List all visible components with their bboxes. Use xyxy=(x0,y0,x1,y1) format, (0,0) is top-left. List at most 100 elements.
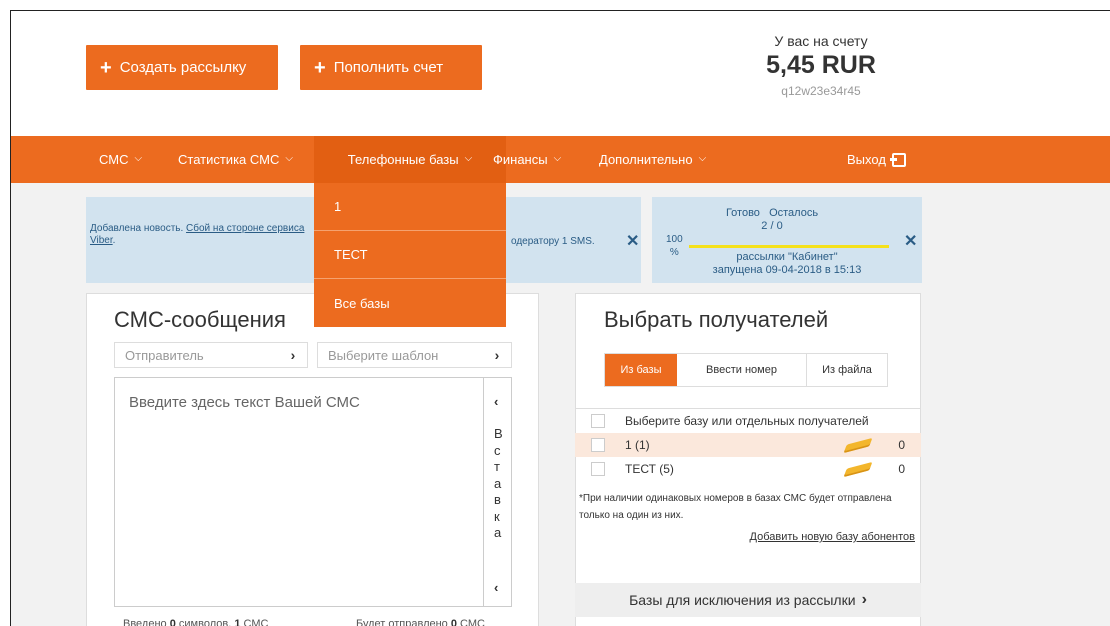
dropdown-item-base-1[interactable]: 1 xyxy=(314,183,506,231)
phone-bases-dropdown: 1 ТЕСТ Все базы xyxy=(314,183,506,327)
nav-item-phone-bases[interactable]: Телефонные базы ⌵ xyxy=(314,136,506,183)
duplicates-note: *При наличии одинаковых номеров в базах … xyxy=(579,493,892,521)
base-count: 0 xyxy=(898,438,905,452)
news-prefix: Добавлена новость. xyxy=(90,223,187,234)
insert-letter: т xyxy=(494,459,500,474)
app-frame: + Создать рассылку + Пополнить счет У ва… xyxy=(10,10,1110,626)
chevron-right-icon: › xyxy=(861,591,867,608)
progress-labels: Готово Осталось xyxy=(652,207,892,219)
insert-letter: а xyxy=(494,475,502,491)
row-checkbox[interactable] xyxy=(591,462,605,476)
sender-select[interactable]: Отправитель › xyxy=(114,342,308,368)
news-text: Добавлена новость. Сбой на стороне серви… xyxy=(90,223,315,247)
separator: / xyxy=(770,220,774,232)
logout-icon xyxy=(889,152,906,167)
typed-counter: Введено 0 символов, 1 СМС xyxy=(123,618,268,626)
sms-chip-icon xyxy=(843,461,873,477)
chevron-right-icon: › xyxy=(290,347,296,363)
nav-item-sms[interactable]: СМС ⌵ xyxy=(87,136,154,183)
table-row[interactable]: 1 (1) 0 xyxy=(575,433,921,457)
tab-from-file[interactable]: Из файла xyxy=(807,354,887,386)
logout-label: Выход xyxy=(847,152,886,167)
plus-icon: + xyxy=(100,56,112,79)
news-suffix: . xyxy=(112,235,116,246)
exclusion-label: Базы для исключения из рассылки xyxy=(629,592,856,608)
caption-line1: рассылки "Кабинет" xyxy=(736,251,838,263)
add-base-link[interactable]: Добавить новую базу абонентов xyxy=(750,531,915,543)
campaign-progress: Готово Осталось 2 / 0 100 % рассылки "Ка… xyxy=(652,197,922,283)
recipients-header-row: Выберите базу или отдельных получателей xyxy=(575,408,921,432)
news-link-text: Сбой на стороне сервиса xyxy=(186,223,305,234)
insert-letter: к xyxy=(494,508,500,524)
nav-item-extra[interactable]: Дополнительно ⌵ xyxy=(587,136,718,183)
plus-icon: + xyxy=(314,56,326,79)
nav-item-label: Телефонные базы xyxy=(347,152,459,167)
nav-item-label: Дополнительно xyxy=(599,152,693,167)
tab-from-base[interactable]: Из базы xyxy=(605,354,677,386)
base-count: 0 xyxy=(898,462,905,476)
nav-item-label: Финансы xyxy=(493,152,548,167)
close-icon[interactable]: ✕ xyxy=(904,231,917,251)
base-name: ТЕСТ (5) xyxy=(625,462,674,476)
typed-prefix: Введено xyxy=(123,618,170,626)
insert-letter: с xyxy=(494,442,501,458)
news-link-cont: Viber xyxy=(90,235,113,246)
percent-sign: % xyxy=(669,247,679,258)
close-icon[interactable]: ✕ xyxy=(626,231,639,251)
nav-item-label: СМС xyxy=(99,152,129,167)
will-send-suffix: СМС xyxy=(456,618,485,626)
progress-values: 2 / 0 xyxy=(652,220,892,232)
chevron-down-icon: ⌵ xyxy=(134,153,143,164)
select-all-checkbox[interactable] xyxy=(591,413,605,428)
insert-panel-toggle[interactable]: ‹ В с т а в к а ‹ xyxy=(483,378,513,606)
topup-label: Пополнить счет xyxy=(333,59,444,76)
remaining-value: 0 xyxy=(776,220,783,232)
template-select[interactable]: Выберите шаблон › xyxy=(317,342,512,368)
will-send-counter: Будет отправлено 0 СМС xyxy=(356,618,485,626)
sender-placeholder: Отправитель xyxy=(125,347,204,363)
row-checkbox[interactable] xyxy=(591,438,605,452)
logout-button[interactable]: Выход xyxy=(835,136,918,183)
balance-label: У вас на счету xyxy=(774,33,868,49)
chevron-down-icon: ⌵ xyxy=(698,153,707,164)
nav-item-label: Статистика СМС xyxy=(178,152,280,167)
sms-text-placeholder: Введите здесь текст Вашей СМС xyxy=(129,394,360,411)
base-name: 1 (1) xyxy=(625,438,650,452)
topup-button[interactable]: + Пополнить счет xyxy=(300,45,482,90)
recipients-panel-title: Выбрать получателей xyxy=(604,307,829,332)
remaining-label: Осталось xyxy=(769,207,819,219)
create-campaign-button[interactable]: + Создать рассылку xyxy=(86,45,278,90)
news-fragment: одератору 1 SMS. xyxy=(511,236,595,247)
nav-item-sms-stats[interactable]: Статистика СМС ⌵ xyxy=(166,136,305,183)
chevron-down-icon: ⌵ xyxy=(464,153,473,164)
template-placeholder: Выберите шаблон xyxy=(328,347,439,363)
main-nav: СМС ⌵ Статистика СМС ⌵ Телефонные базы ⌵… xyxy=(11,136,1110,183)
tab-enter-number[interactable]: Ввести номер xyxy=(677,354,807,386)
progress-bar xyxy=(689,245,889,248)
chevron-down-icon: ⌵ xyxy=(285,153,293,164)
top-bar: + Создать рассылку + Пополнить счет У ва… xyxy=(11,11,1110,136)
dropdown-item-all-bases[interactable]: Все базы xyxy=(314,279,506,327)
progress-percent: 100 % xyxy=(666,233,683,259)
ready-value: 2 xyxy=(761,220,768,232)
insert-letter: а xyxy=(494,525,502,540)
insert-letter: В xyxy=(494,426,503,441)
table-row[interactable]: ТЕСТ (5) 0 xyxy=(575,457,921,481)
caption-line2: запущена 09-04-2018 в 15:13 xyxy=(712,264,862,276)
percent-value: 100 xyxy=(666,234,683,245)
dropdown-item-base-test[interactable]: ТЕСТ xyxy=(314,231,506,279)
create-campaign-label: Создать рассылку xyxy=(119,59,247,76)
sms-suffix: СМС xyxy=(240,618,269,626)
typed-mid: символов, xyxy=(175,618,235,626)
ready-label: Готово xyxy=(725,207,760,219)
nav-item-finance[interactable]: Финансы ⌵ xyxy=(481,136,573,183)
insert-label: В с т а в к а xyxy=(494,426,503,542)
will-send-prefix: Будет отправлено xyxy=(356,618,451,626)
progress-caption: рассылки "Кабинет" запущена 09-04-2018 в… xyxy=(682,251,892,277)
exclusion-bases-toggle[interactable]: Базы для исключения из рассылки › xyxy=(575,583,921,617)
sms-text-area[interactable]: Введите здесь текст Вашей СМС ‹ В с т а … xyxy=(114,377,512,607)
chevron-left-icon: ‹ xyxy=(494,580,499,595)
insert-letter: в xyxy=(494,492,501,507)
sms-panel-title: СМС-сообщения xyxy=(114,307,286,332)
recipients-header-label: Выберите базу или отдельных получателей xyxy=(625,413,869,428)
